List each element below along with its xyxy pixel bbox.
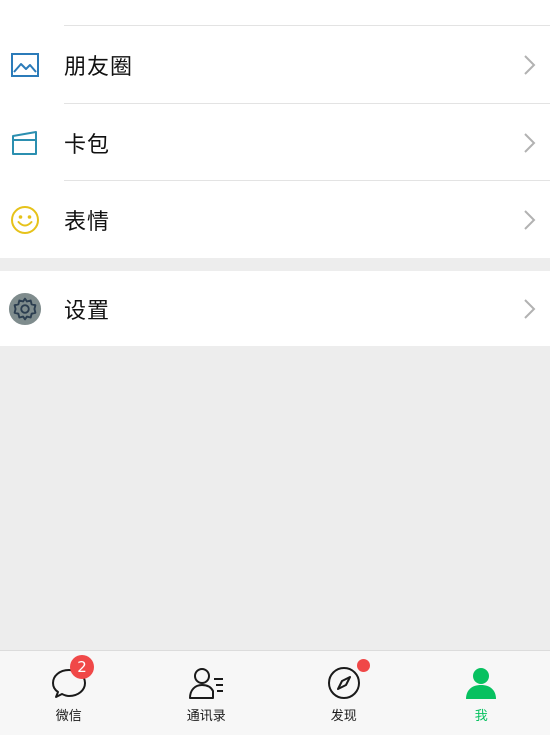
menu-group-settings: 设置 (0, 271, 550, 346)
tab-label: 发现 (330, 709, 357, 724)
tab-label: 我 (474, 709, 488, 724)
menu-item-label: 朋友圈 (64, 54, 134, 80)
tab-chats[interactable]: 2 微信 (0, 651, 138, 735)
tab-label: 通讯录 (186, 709, 226, 724)
menu-item-settings[interactable]: 设置 (0, 271, 550, 346)
chevron-right-icon (522, 209, 536, 231)
card-wallet-icon (8, 126, 42, 160)
chevron-right-icon (522, 54, 536, 76)
menu-item-card-wallet[interactable]: 卡包 (0, 104, 550, 181)
tab-label: 微信 (55, 709, 82, 724)
smiley-face-icon (8, 203, 42, 237)
bottom-tab-bar: 2 微信 通讯录 发现 我 (0, 650, 550, 735)
chevron-right-icon (522, 298, 536, 320)
chevron-right-icon (522, 132, 536, 154)
tab-contacts[interactable]: 通讯录 (138, 651, 276, 735)
contacts-icon (187, 665, 225, 701)
unread-badge: 2 (70, 655, 94, 679)
new-content-dot (357, 659, 370, 672)
person-icon (462, 665, 500, 701)
tab-me[interactable]: 我 (413, 651, 550, 735)
me-page: 朋友圈 卡包 表情 设置 (0, 0, 550, 650)
menu-item-label: 卡包 (64, 132, 111, 158)
previous-row-partial[interactable] (0, 0, 550, 25)
gear-icon (8, 292, 42, 326)
tab-discover[interactable]: 发现 (275, 651, 413, 735)
moments-image-icon (8, 48, 42, 82)
menu-item-stickers[interactable]: 表情 (0, 181, 550, 258)
menu-group-main: 朋友圈 卡包 表情 (0, 0, 550, 258)
menu-item-moments[interactable]: 朋友圈 (0, 26, 550, 103)
menu-item-label: 表情 (64, 209, 111, 235)
compass-icon (325, 665, 363, 701)
menu-item-label: 设置 (64, 298, 111, 324)
